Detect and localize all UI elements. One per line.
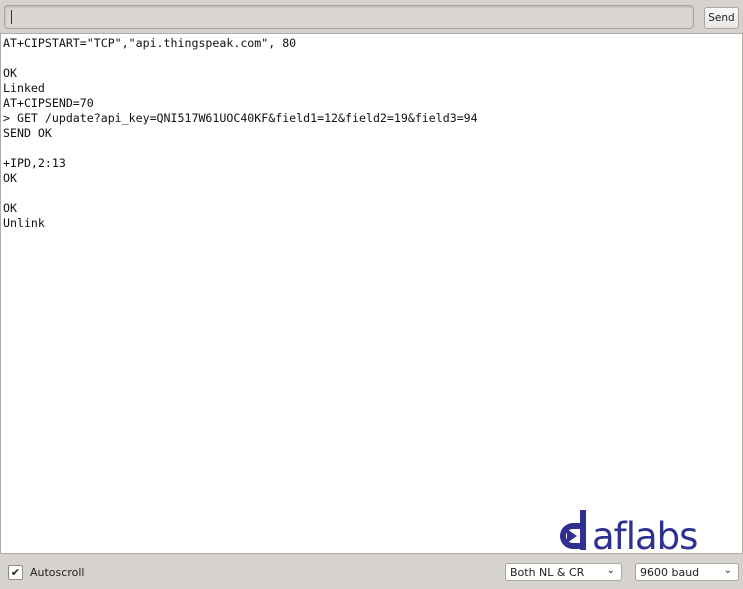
chevron-down-icon: ⌄ — [723, 565, 732, 576]
text-caret — [11, 10, 12, 24]
serial-output[interactable]: AT+CIPSTART="TCP","api.thingspeak.com", … — [0, 33, 743, 554]
line-ending-select[interactable]: Both NL & CR ⌄ — [505, 563, 622, 581]
bottom-bar: ✔ Autoscroll Both NL & CR ⌄ 9600 baud ⌄ — [0, 553, 743, 589]
chevron-down-icon: ⌄ — [606, 565, 615, 576]
daflabs-logo: aflabs — [558, 508, 734, 552]
autoscroll-checkbox[interactable]: ✔ Autoscroll — [8, 565, 84, 580]
output-line: OK — [3, 201, 17, 215]
output-line: Linked — [3, 81, 45, 95]
line-ending-value: Both NL & CR — [510, 565, 585, 579]
output-line: > GET /update?api_key=QNI517W61UOC40KF&f… — [3, 111, 478, 125]
output-line: SEND OK — [3, 126, 52, 140]
baud-rate-select[interactable]: 9600 baud ⌄ — [635, 563, 739, 581]
baud-rate-value: 9600 baud — [640, 565, 700, 579]
checkmark-icon: ✔ — [8, 565, 23, 580]
output-line: OK — [3, 171, 17, 185]
top-bar: Send — [0, 0, 743, 33]
output-line: AT+CIPSTART="TCP","api.thingspeak.com", … — [3, 36, 297, 50]
output-line: Unlink — [3, 216, 45, 230]
send-button[interactable]: Send — [704, 7, 739, 29]
svg-text:aflabs: aflabs — [592, 515, 697, 552]
output-line: +IPD,2:13 — [3, 156, 66, 170]
autoscroll-label: Autoscroll — [30, 566, 85, 579]
serial-input[interactable] — [4, 5, 694, 29]
output-lines: AT+CIPSTART="TCP","api.thingspeak.com", … — [3, 36, 478, 231]
output-line: OK — [3, 66, 17, 80]
output-line: AT+CIPSEND=70 — [3, 96, 94, 110]
